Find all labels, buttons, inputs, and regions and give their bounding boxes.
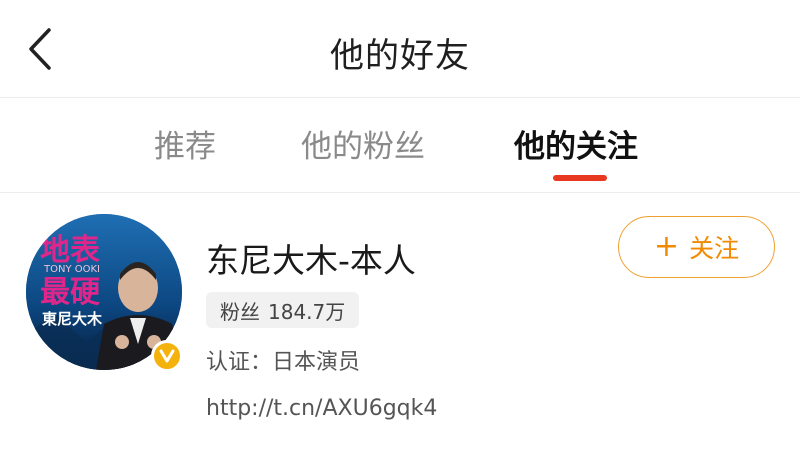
avatar-japanese-name: 東尼大木 <box>42 310 103 328</box>
fans-label: 粉丝 <box>220 299 260 324</box>
avatar-title-line2: 最硬 <box>40 275 101 310</box>
tab-his-fans[interactable]: 他的粉丝 <box>301 121 425 166</box>
profile-link[interactable]: http://t.cn/AXU6gqk4 <box>206 396 437 421</box>
active-tab-indicator <box>553 175 607 181</box>
user-list-item[interactable]: 地表 TONY OOKI 最硬 東尼大木 东尼大木-本人 粉丝 184.7万 认… <box>0 194 800 456</box>
top-bar: 他的好友 <box>0 0 800 98</box>
user-name[interactable]: 东尼大木-本人 <box>206 234 416 282</box>
tab-recommend[interactable]: 推荐 <box>154 121 216 166</box>
plus-icon: + <box>653 229 680 264</box>
fans-count-badge: 粉丝 184.7万 <box>206 292 360 328</box>
tab-his-following[interactable]: 他的关注 <box>514 121 638 166</box>
avatar-english-name: TONY OOKI <box>43 264 100 275</box>
follow-button[interactable]: + 关注 <box>618 216 775 278</box>
tab-bar: 推荐 他的粉丝 他的关注 <box>0 99 800 193</box>
avatar-title-line1: 地表 <box>40 233 100 268</box>
follow-button-label: 关注 <box>689 234 740 263</box>
page-title: 他的好友 <box>330 36 470 76</box>
verification-info: 认证：日本演员 <box>206 350 361 375</box>
fans-count: 184.7万 <box>268 299 346 324</box>
verified-v-icon <box>151 340 183 372</box>
